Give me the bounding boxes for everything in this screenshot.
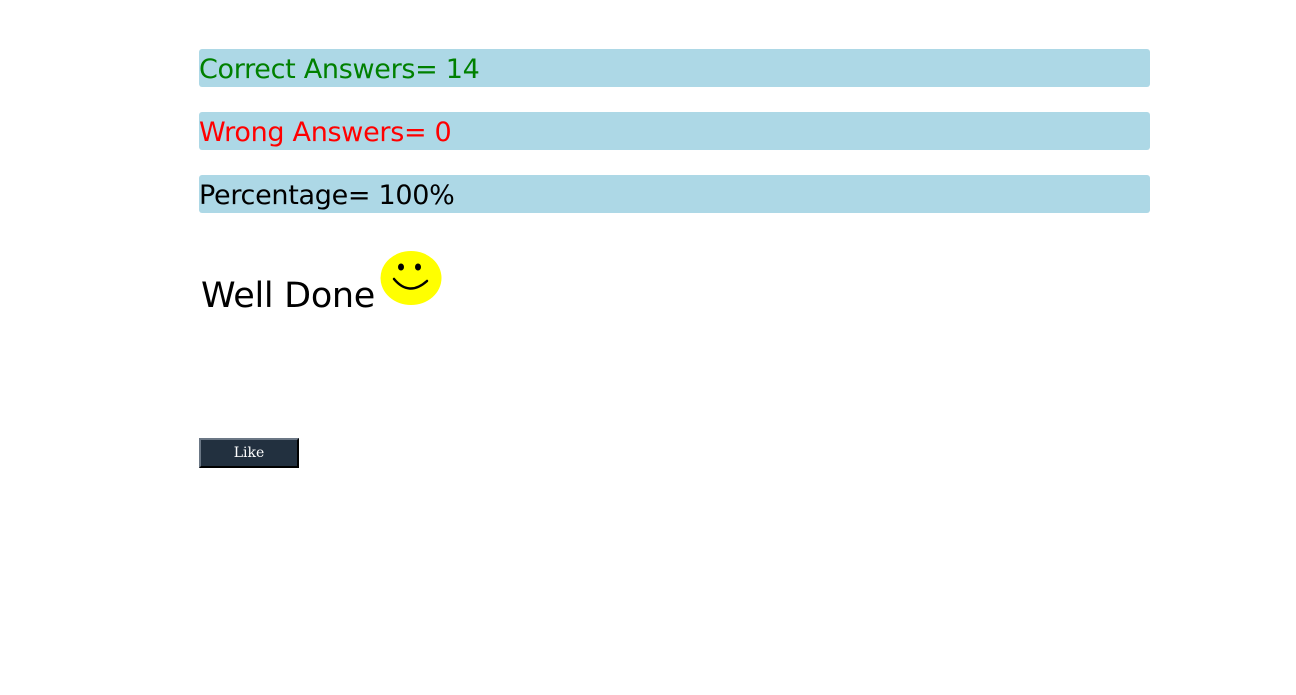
percentage-text: Percentage= 100% <box>199 180 455 211</box>
well-done-message: Well Done <box>201 276 376 316</box>
wrong-answers-text: Wrong Answers= 0 <box>199 117 452 148</box>
wrong-answers-bar: Wrong Answers= 0 <box>199 112 1150 150</box>
smiley-right-eye <box>415 263 421 271</box>
percentage-bar: Percentage= 100% <box>199 175 1150 213</box>
correct-answers-bar: Correct Answers= 14 <box>199 49 1150 87</box>
smiley-left-eye <box>398 263 404 271</box>
smiley-icon <box>380 251 442 305</box>
like-button[interactable]: Like <box>199 438 299 468</box>
correct-answers-text: Correct Answers= 14 <box>199 54 480 85</box>
smiley-face <box>380 251 442 305</box>
